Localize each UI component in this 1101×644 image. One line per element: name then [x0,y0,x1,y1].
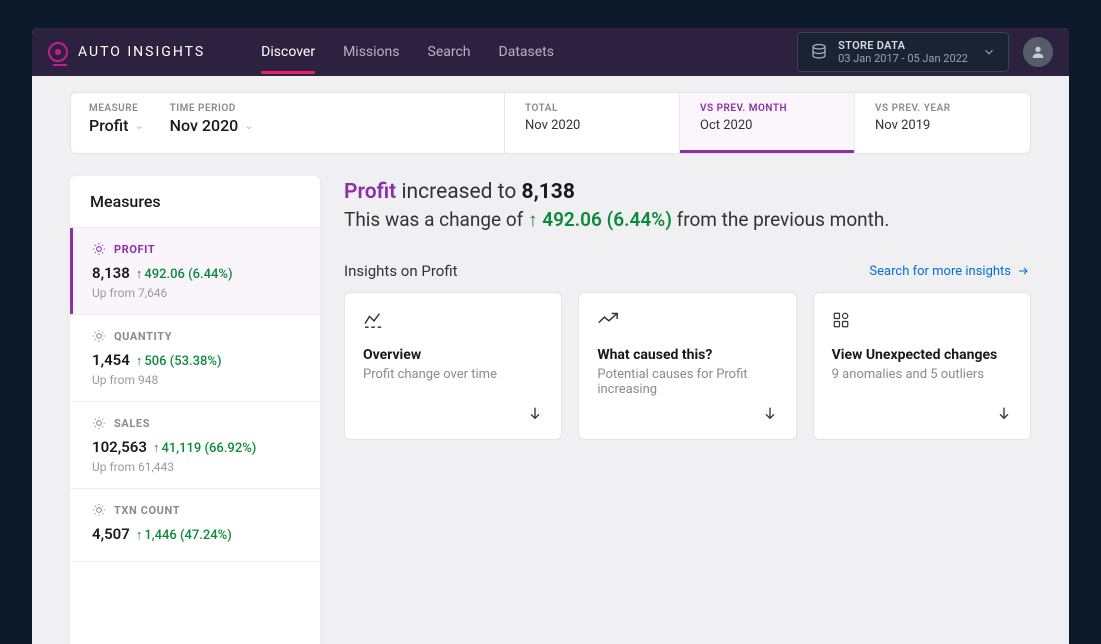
arrow-right-icon [1015,265,1031,277]
chevron-down-icon [597,405,777,421]
tab-total[interactable]: TOTAL Nov 2020 [505,93,680,153]
nav-links: Discover Missions Search Datasets [261,30,554,74]
arrow-up-icon: ↑ [153,440,160,456]
sun-icon [92,416,106,430]
insights-header: Insights on Profit Search for more insig… [344,262,1031,280]
search-more-insights-link[interactable]: Search for more insights [869,264,1031,279]
measure-txn-count[interactable]: TXN COUNT 4,507 ↑1,446 (47.24%) [70,489,320,562]
measure-selector[interactable]: MEASURE Profit⌄ [89,103,144,143]
tab-prev-year[interactable]: VS PREV. YEAR Nov 2019 [855,93,1030,153]
nav-missions[interactable]: Missions [343,30,399,74]
brand-icon [48,42,68,62]
context-bar: MEASURE Profit⌄ TIME PERIOD Nov 2020⌄ TO… [70,92,1031,154]
chevron-down-icon [363,405,543,421]
chevron-down-icon [982,45,996,59]
headline: Profit increased to 8,138 This was a cha… [344,180,1031,232]
sun-icon [92,329,106,343]
grid-icon [832,311,1012,331]
card-unexpected[interactable]: View Unexpected changes 9 anomalies and … [813,292,1031,440]
topnav-right: STORE DATA 03 Jan 2017 - 05 Jan 2022 [797,32,1053,72]
arrow-up-icon: ↑ [136,353,143,369]
database-icon [810,43,828,61]
arrow-up-icon: ↑ [528,208,538,231]
tab-prev-month[interactable]: VS PREV. MONTH Oct 2020 [680,93,855,153]
insight-cards: Overview Profit change over time What ca… [344,292,1031,440]
headline-measure: Profit [344,180,396,204]
brand-text: AUTO INSIGHTS [78,44,205,60]
content-column: Profit increased to 8,138 This was a cha… [344,176,1031,644]
overview-icon [363,311,543,331]
sun-icon [92,503,106,517]
main-area: Measures PROFIT 8,138 ↑492.06 (6.44%) Up… [32,154,1069,644]
chevron-down-icon: ⌄ [134,119,143,132]
trend-icon [597,311,777,331]
store-selector[interactable]: STORE DATA 03 Jan 2017 - 05 Jan 2022 [797,32,1009,72]
time-period-selector[interactable]: TIME PERIOD Nov 2020⌄ [170,103,254,143]
measure-quantity[interactable]: QUANTITY 1,454 ↑506 (53.38%) Up from 948 [70,315,320,402]
arrow-up-icon: ↑ [136,266,143,282]
context-selectors: MEASURE Profit⌄ TIME PERIOD Nov 2020⌄ [71,93,505,153]
top-nav: AUTO INSIGHTS Discover Missions Search D… [32,28,1069,76]
card-overview[interactable]: Overview Profit change over time [344,292,562,440]
insights-title: Insights on Profit [344,262,458,280]
measure-sales[interactable]: SALES 102,563 ↑41,119 (66.92%) Up from 6… [70,402,320,489]
store-title: STORE DATA [838,39,968,52]
measures-list: PROFIT 8,138 ↑492.06 (6.44%) Up from 7,6… [70,228,320,644]
measure-profit[interactable]: PROFIT 8,138 ↑492.06 (6.44%) Up from 7,6… [70,228,320,315]
measures-panel: Measures PROFIT 8,138 ↑492.06 (6.44%) Up… [70,176,320,644]
avatar[interactable] [1023,37,1053,67]
nav-search[interactable]: Search [428,30,471,74]
arrow-up-icon: ↑ [136,527,143,543]
nav-discover[interactable]: Discover [261,30,315,74]
chevron-down-icon [832,405,1012,421]
app-frame: AUTO INSIGHTS Discover Missions Search D… [32,28,1069,644]
brand: AUTO INSIGHTS [48,42,205,62]
sun-icon [92,242,106,256]
store-range: 03 Jan 2017 - 05 Jan 2022 [838,52,968,65]
nav-datasets[interactable]: Datasets [499,30,554,74]
chevron-down-icon: ⌄ [244,119,253,132]
headline-value: 8,138 [522,180,575,204]
measures-header: Measures [70,176,320,228]
card-what-caused[interactable]: What caused this? Potential causes for P… [578,292,796,440]
